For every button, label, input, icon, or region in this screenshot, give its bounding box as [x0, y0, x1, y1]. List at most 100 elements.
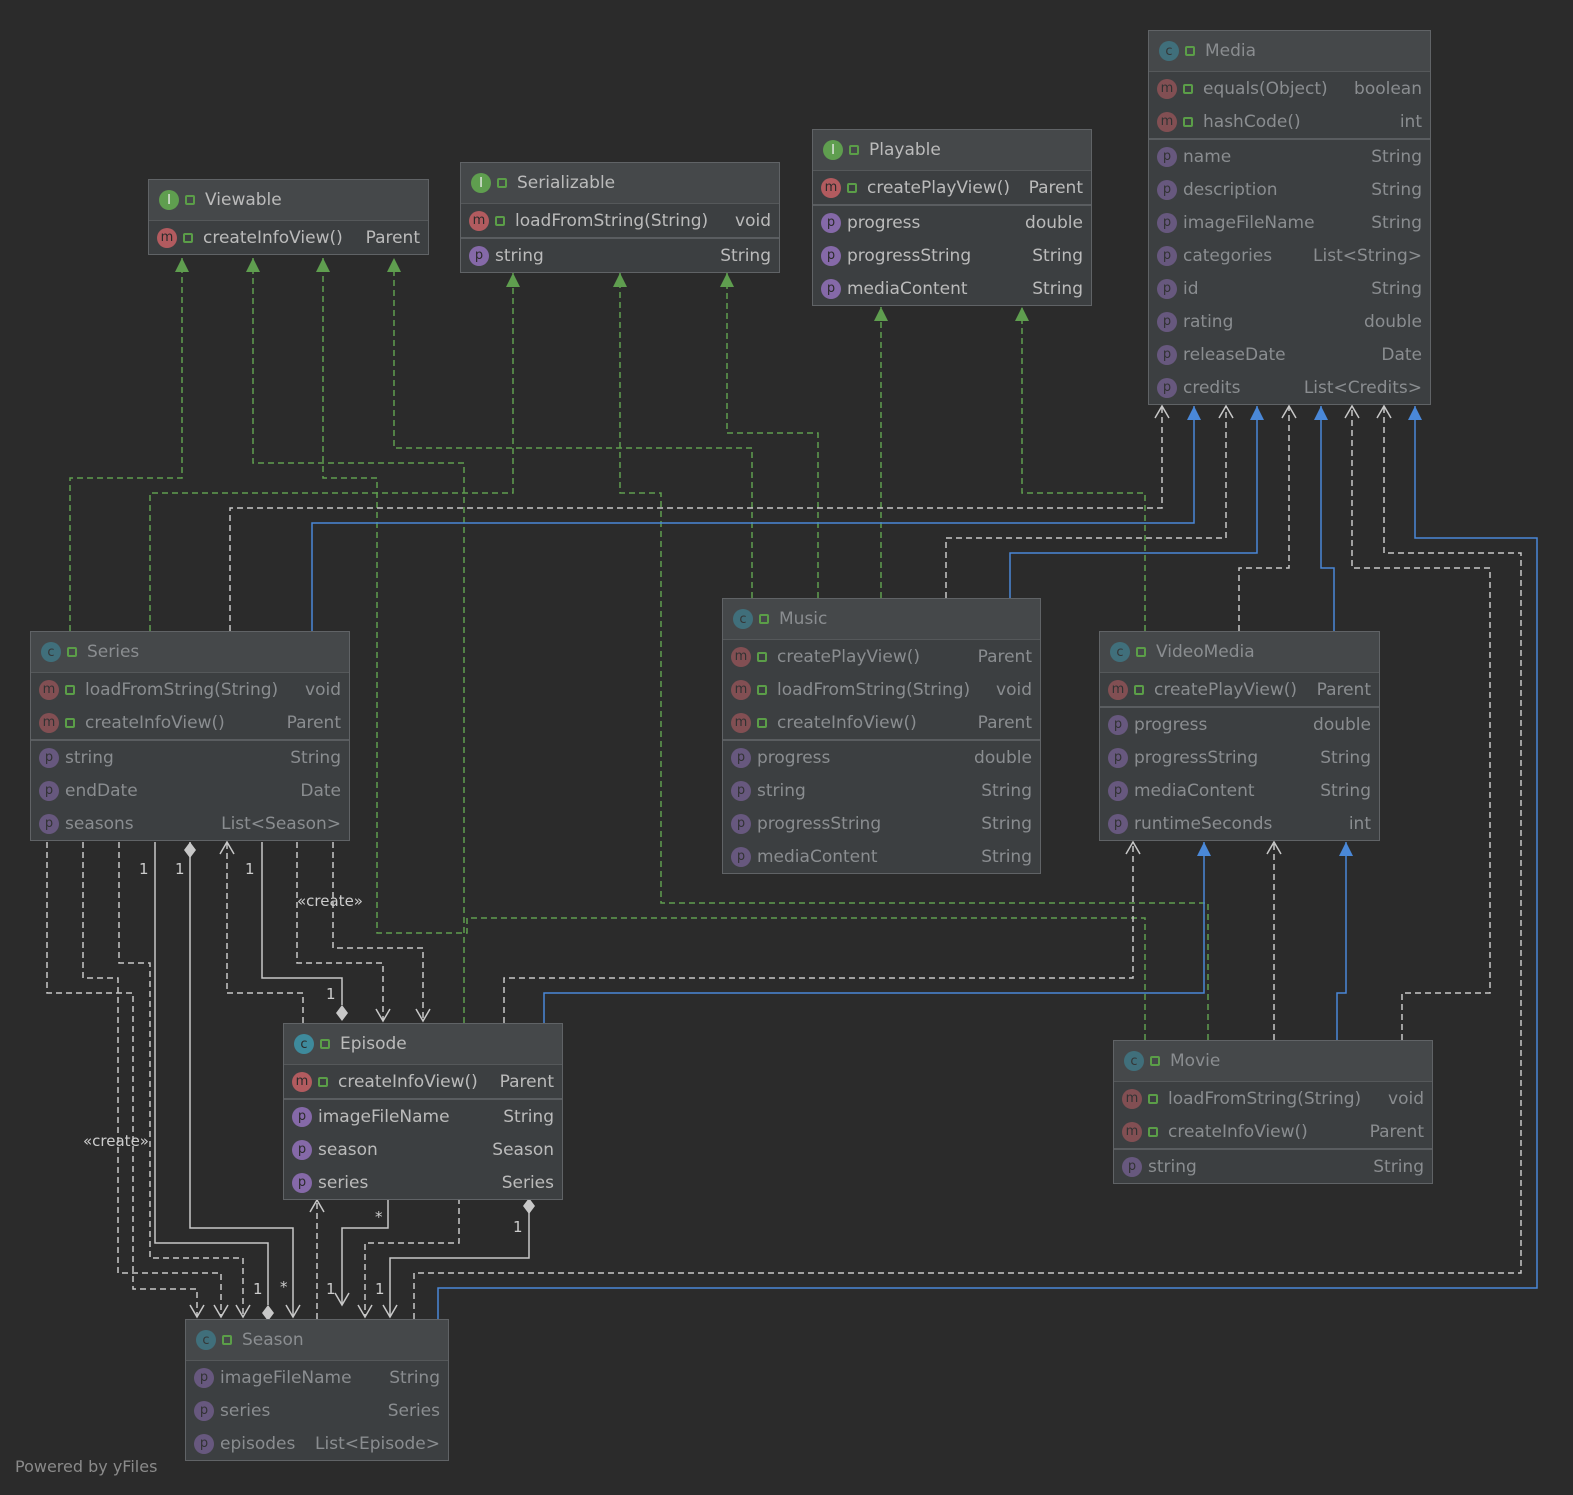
field-row[interactable]: p mediaContent String: [813, 272, 1091, 305]
arrowhead: [613, 273, 627, 287]
edge-label: «create»: [297, 892, 363, 910]
class-header: c VideoMedia: [1100, 632, 1379, 673]
class-box-playable[interactable]: I Playable m createPlayView() Parent p progres…: [812, 129, 1092, 306]
class-icon: c: [294, 1034, 314, 1054]
public-lock-icon: [847, 182, 857, 193]
member-name: createInfoView(): [1168, 1121, 1308, 1142]
method-row[interactable]: m createPlayView() Parent: [813, 171, 1091, 204]
class-box-series[interactable]: c Series m loadFromString(String) void m creat…: [30, 631, 350, 841]
field-row[interactable]: p runtimeSeconds int: [1100, 807, 1379, 840]
property-icon: p: [731, 780, 751, 801]
class-box-videomedia[interactable]: c VideoMedia m createPlayView() Parent p progr…: [1099, 631, 1380, 841]
composition-diamond: [336, 1005, 348, 1021]
method-row[interactable]: m createInfoView() Parent: [723, 706, 1040, 739]
member-type: Parent: [1369, 1121, 1424, 1142]
field-row[interactable]: p id String: [1149, 272, 1430, 305]
method-row[interactable]: m hashCode() int: [1149, 105, 1430, 138]
method-icon: m: [1122, 1121, 1142, 1142]
implements-edge: [393, 258, 753, 598]
member-name: seasons: [65, 813, 134, 834]
public-lock-icon: [757, 717, 767, 728]
method-row[interactable]: m createInfoView() Parent: [149, 221, 428, 254]
field-row[interactable]: p seasons List<Season>: [31, 807, 349, 840]
class-box-season[interactable]: c Season p imageFileName String p series Series…: [185, 1319, 449, 1461]
class-box-episode[interactable]: c Episode m createInfoView() Parent p imageFil…: [283, 1023, 563, 1200]
field-row[interactable]: p credits List<Credits>: [1149, 371, 1430, 404]
method-row[interactable]: m createInfoView() Parent: [1114, 1115, 1432, 1148]
field-row[interactable]: p string String: [723, 774, 1040, 807]
field-row[interactable]: p rating double: [1149, 305, 1430, 338]
class-icon: c: [1124, 1051, 1144, 1071]
class-box-movie[interactable]: c Movie m loadFromString(String) void m create…: [1113, 1040, 1433, 1184]
public-lock-icon: [757, 651, 767, 662]
property-icon: p: [194, 1400, 214, 1421]
field-row[interactable]: p categories List<String>: [1149, 239, 1430, 272]
field-row[interactable]: p progress double: [723, 739, 1040, 774]
field-row[interactable]: p string String: [461, 237, 779, 272]
member-name: hashCode(): [1203, 111, 1301, 132]
member-type: double: [1313, 714, 1371, 735]
field-row[interactable]: p season Season: [284, 1133, 562, 1166]
field-row[interactable]: p imageFileName String: [1149, 206, 1430, 239]
member-name: string: [757, 780, 806, 801]
method-icon: m: [821, 177, 841, 198]
member-type: List<String>: [1313, 245, 1422, 266]
field-row[interactable]: p endDate Date: [31, 774, 349, 807]
field-row[interactable]: p series Series: [186, 1394, 448, 1427]
field-row[interactable]: p string String: [31, 739, 349, 774]
field-row[interactable]: p imageFileName String: [186, 1361, 448, 1394]
edge-label: 1: [326, 1280, 336, 1298]
member-type: double: [1364, 311, 1422, 332]
field-row[interactable]: p series Series: [284, 1166, 562, 1199]
class-header: I Viewable: [149, 180, 428, 221]
field-row[interactable]: p releaseDate Date: [1149, 338, 1430, 371]
member-name: credits: [1183, 377, 1241, 398]
class-box-music[interactable]: c Music m createPlayView() Parent m loadFromSt…: [722, 598, 1041, 874]
public-lock-icon: [1150, 1056, 1160, 1066]
field-row[interactable]: p description String: [1149, 173, 1430, 206]
edge-label: 1: [175, 860, 185, 878]
method-row[interactable]: m createInfoView() Parent: [31, 706, 349, 739]
property-icon: p: [1157, 245, 1177, 266]
field-row[interactable]: p progress double: [813, 204, 1091, 239]
arrowhead: [1250, 406, 1264, 420]
class-box-viewable[interactable]: I Viewable m createInfoView() Parent: [148, 179, 429, 255]
method-icon: m: [469, 210, 489, 231]
field-row[interactable]: p name String: [1149, 138, 1430, 173]
property-icon: p: [39, 780, 59, 801]
class-header: c Episode: [284, 1024, 562, 1065]
public-lock-icon: [1183, 116, 1193, 127]
class-box-media[interactable]: c Media m equals(Object) boolean m hashCode() i…: [1148, 30, 1431, 405]
method-row[interactable]: m createPlayView() Parent: [1100, 673, 1379, 706]
method-row[interactable]: m createPlayView() Parent: [723, 640, 1040, 673]
member-type: Series: [501, 1172, 554, 1193]
field-row[interactable]: p progressString String: [723, 807, 1040, 840]
method-row[interactable]: m loadFromString(String) void: [1114, 1082, 1432, 1115]
interface-icon: I: [823, 140, 843, 160]
method-row[interactable]: m equals(Object) boolean: [1149, 72, 1430, 105]
dependency-edge: [389, 1198, 530, 1317]
method-row[interactable]: m loadFromString(String) void: [723, 673, 1040, 706]
field-row[interactable]: p mediaContent String: [723, 840, 1040, 873]
field-row[interactable]: p progressString String: [813, 239, 1091, 272]
arrowhead: [1015, 307, 1029, 321]
field-row[interactable]: p progress double: [1100, 706, 1379, 741]
class-box-serializable[interactable]: I Serializable m loadFromString(String) void…: [460, 162, 780, 273]
arrowhead: [316, 258, 330, 272]
field-row[interactable]: p mediaContent String: [1100, 774, 1379, 807]
member-name: loadFromString(String): [1168, 1088, 1362, 1109]
method-row[interactable]: m loadFromString(String) void: [31, 673, 349, 706]
member-name: rating: [1183, 311, 1234, 332]
method-row[interactable]: m createInfoView() Parent: [284, 1065, 562, 1098]
field-row[interactable]: p progressString String: [1100, 741, 1379, 774]
class-icon: c: [1110, 642, 1130, 662]
method-icon: m: [1157, 78, 1177, 99]
class-header: I Serializable: [461, 163, 779, 204]
field-row[interactable]: p imageFileName String: [284, 1098, 562, 1133]
arrowhead: [387, 258, 401, 272]
method-row[interactable]: m loadFromString(String) void: [461, 204, 779, 237]
property-icon: p: [469, 245, 489, 266]
member-type: String: [1032, 245, 1083, 266]
field-row[interactable]: p string String: [1114, 1148, 1432, 1183]
field-row[interactable]: p episodes List<Episode>: [186, 1427, 448, 1460]
